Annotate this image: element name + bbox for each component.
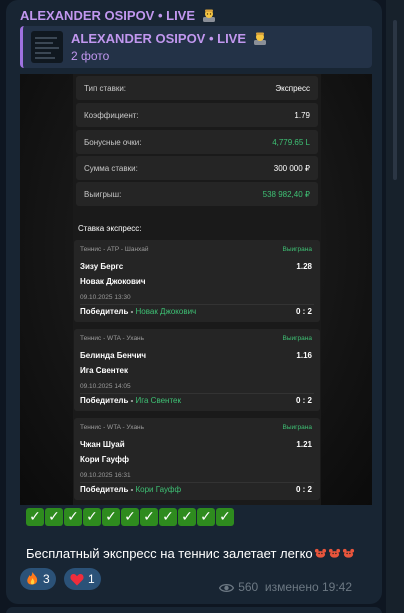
check-mark-icon: ✓ — [197, 508, 215, 526]
match-player1: Чжан Шуай — [80, 440, 125, 449]
express-section-title: Ставка экспресс: — [78, 224, 142, 233]
view-count: 560 — [238, 580, 259, 594]
reply-title: ALEXANDER OSIPOV • LIVE — [71, 31, 267, 46]
bet-row-value: 538 982,40 ₽ — [262, 189, 310, 199]
match-player2: Кори Гауфф — [80, 455, 130, 464]
message-meta: 560 изменено 19:42 — [219, 580, 352, 594]
bet-row-value: 4,779.65 L — [272, 137, 310, 147]
check-mark-icon: ✓ — [45, 508, 63, 526]
match-score: 0 : 2 — [295, 307, 312, 316]
match-status: Выиграна — [282, 246, 312, 253]
match-date: 09.10.2025 16:31 — [80, 472, 131, 479]
reaction-count: 1 — [88, 572, 95, 586]
divider — [80, 393, 314, 394]
technologist-emoji-icon — [202, 9, 215, 22]
match-player2: Ига Свентек — [80, 366, 128, 375]
eye-icon — [219, 583, 235, 593]
crab-emoji-icon — [314, 548, 326, 558]
forwarded-album-reply[interactable]: ALEXANDER OSIPOV • LIVE 2 фото — [20, 26, 372, 68]
album-thumbnail — [31, 31, 63, 63]
bet-row-stake: Сумма ставки: 300 000 ₽ — [76, 156, 318, 180]
match-status: Выиграна — [282, 424, 312, 431]
match-score: 0 : 2 — [295, 396, 312, 405]
reply-subtitle: 2 фото — [71, 49, 110, 63]
divider — [80, 304, 314, 305]
bet-row-value: 1.79 — [294, 110, 310, 120]
match-coef: 1.16 — [296, 351, 312, 360]
match-player2: Новак Джокович — [80, 277, 146, 286]
technologist-emoji-icon — [253, 32, 266, 45]
check-mark-icon: ✓ — [102, 508, 120, 526]
bet-slip-photo[interactable]: Тип ставки: Экспресс Коэффициент: 1.79 Б… — [20, 74, 372, 505]
check-mark-icon: ✓ — [83, 508, 101, 526]
match-tournament: Теннис - ATP - Шанхай — [80, 246, 149, 253]
bet-row-type: Тип ставки: Экспресс — [76, 76, 318, 100]
message-bubble[interactable]: ALEXANDER OSIPOV • LIVE ALEXANDER OSIPOV… — [6, 0, 382, 604]
bet-row-value: Экспресс — [275, 83, 310, 93]
match-winner: Победитель - Новак Джокович — [80, 307, 197, 316]
bet-row-label: Тип ставки: — [84, 83, 127, 93]
channel-name[interactable]: ALEXANDER OSIPOV • LIVE — [20, 8, 216, 23]
bet-row-label: Сумма ставки: — [84, 163, 138, 173]
scrollbar-thumb[interactable] — [393, 20, 397, 180]
crab-emoji-icon — [342, 548, 354, 558]
reaction-count: 3 — [43, 572, 50, 586]
check-mark-icon: ✓ — [178, 508, 196, 526]
crab-emoji-icon — [328, 548, 340, 558]
match-coef: 1.28 — [296, 262, 312, 271]
fire-icon — [27, 572, 38, 585]
bet-row-label: Бонусные очки: — [84, 137, 142, 147]
match-tournament: Теннис - WTA - Ухань — [80, 424, 145, 431]
bet-row-payout: Выигрыш: 538 982,40 ₽ — [76, 182, 318, 206]
check-mark-icon: ✓ — [159, 508, 177, 526]
check-mark-row: ✓ ✓ ✓ ✓ ✓ ✓ ✓ ✓ ✓ ✓ ✓ — [26, 508, 234, 526]
reaction-heart[interactable]: 1 — [64, 568, 101, 590]
bet-row-coefficient: Коэффициент: 1.79 — [76, 103, 318, 127]
divider — [80, 482, 314, 483]
match-card: Теннис - WTA - Ухань Выиграна Белинда Бе… — [74, 329, 320, 411]
match-coef: 1.21 — [296, 440, 312, 449]
match-tournament: Теннис - WTA - Ухань — [80, 335, 145, 342]
check-mark-icon: ✓ — [121, 508, 139, 526]
scrollbar-track[interactable] — [386, 0, 404, 613]
match-player1: Белинда Бенчич — [80, 351, 147, 360]
check-mark-icon: ✓ — [140, 508, 158, 526]
bet-row-value: 300 000 ₽ — [273, 163, 310, 173]
channel-name-text: ALEXANDER OSIPOV • LIVE — [20, 8, 196, 23]
bet-slip-card: Тип ставки: Экспресс Коэффициент: 1.79 Б… — [73, 74, 321, 505]
check-mark-icon: ✓ — [26, 508, 44, 526]
match-score: 0 : 2 — [295, 485, 312, 494]
check-mark-icon: ✓ — [64, 508, 82, 526]
bet-row-label: Коэффициент: — [84, 110, 139, 120]
match-card: Теннис - ATP - Шанхай Выиграна Зизу Берг… — [74, 240, 320, 322]
match-status: Выиграна — [282, 335, 312, 342]
message-text: Бесплатный экспресс на теннис залетает л… — [26, 546, 355, 561]
match-winner: Победитель - Ига Свентек — [80, 396, 181, 405]
edited-time: изменено 19:42 — [264, 580, 352, 594]
match-date: 09.10.2025 13:30 — [80, 294, 131, 301]
match-winner: Победитель - Кори Гауфф — [80, 485, 182, 494]
bet-row-label: Выигрыш: — [84, 189, 122, 199]
reaction-fire[interactable]: 3 — [20, 568, 56, 590]
check-mark-icon: ✓ — [216, 508, 234, 526]
match-date: 09.10.2025 14:05 — [80, 383, 131, 390]
match-player1: Зизу Бергс — [80, 262, 124, 271]
match-card: Теннис - WTA - Ухань Выиграна Чжан Шуай … — [74, 418, 320, 500]
next-message-bubble[interactable] — [6, 607, 382, 613]
heart-icon — [70, 573, 84, 585]
bet-row-bonus: Бонусные очки: 4,779.65 L — [76, 130, 318, 154]
